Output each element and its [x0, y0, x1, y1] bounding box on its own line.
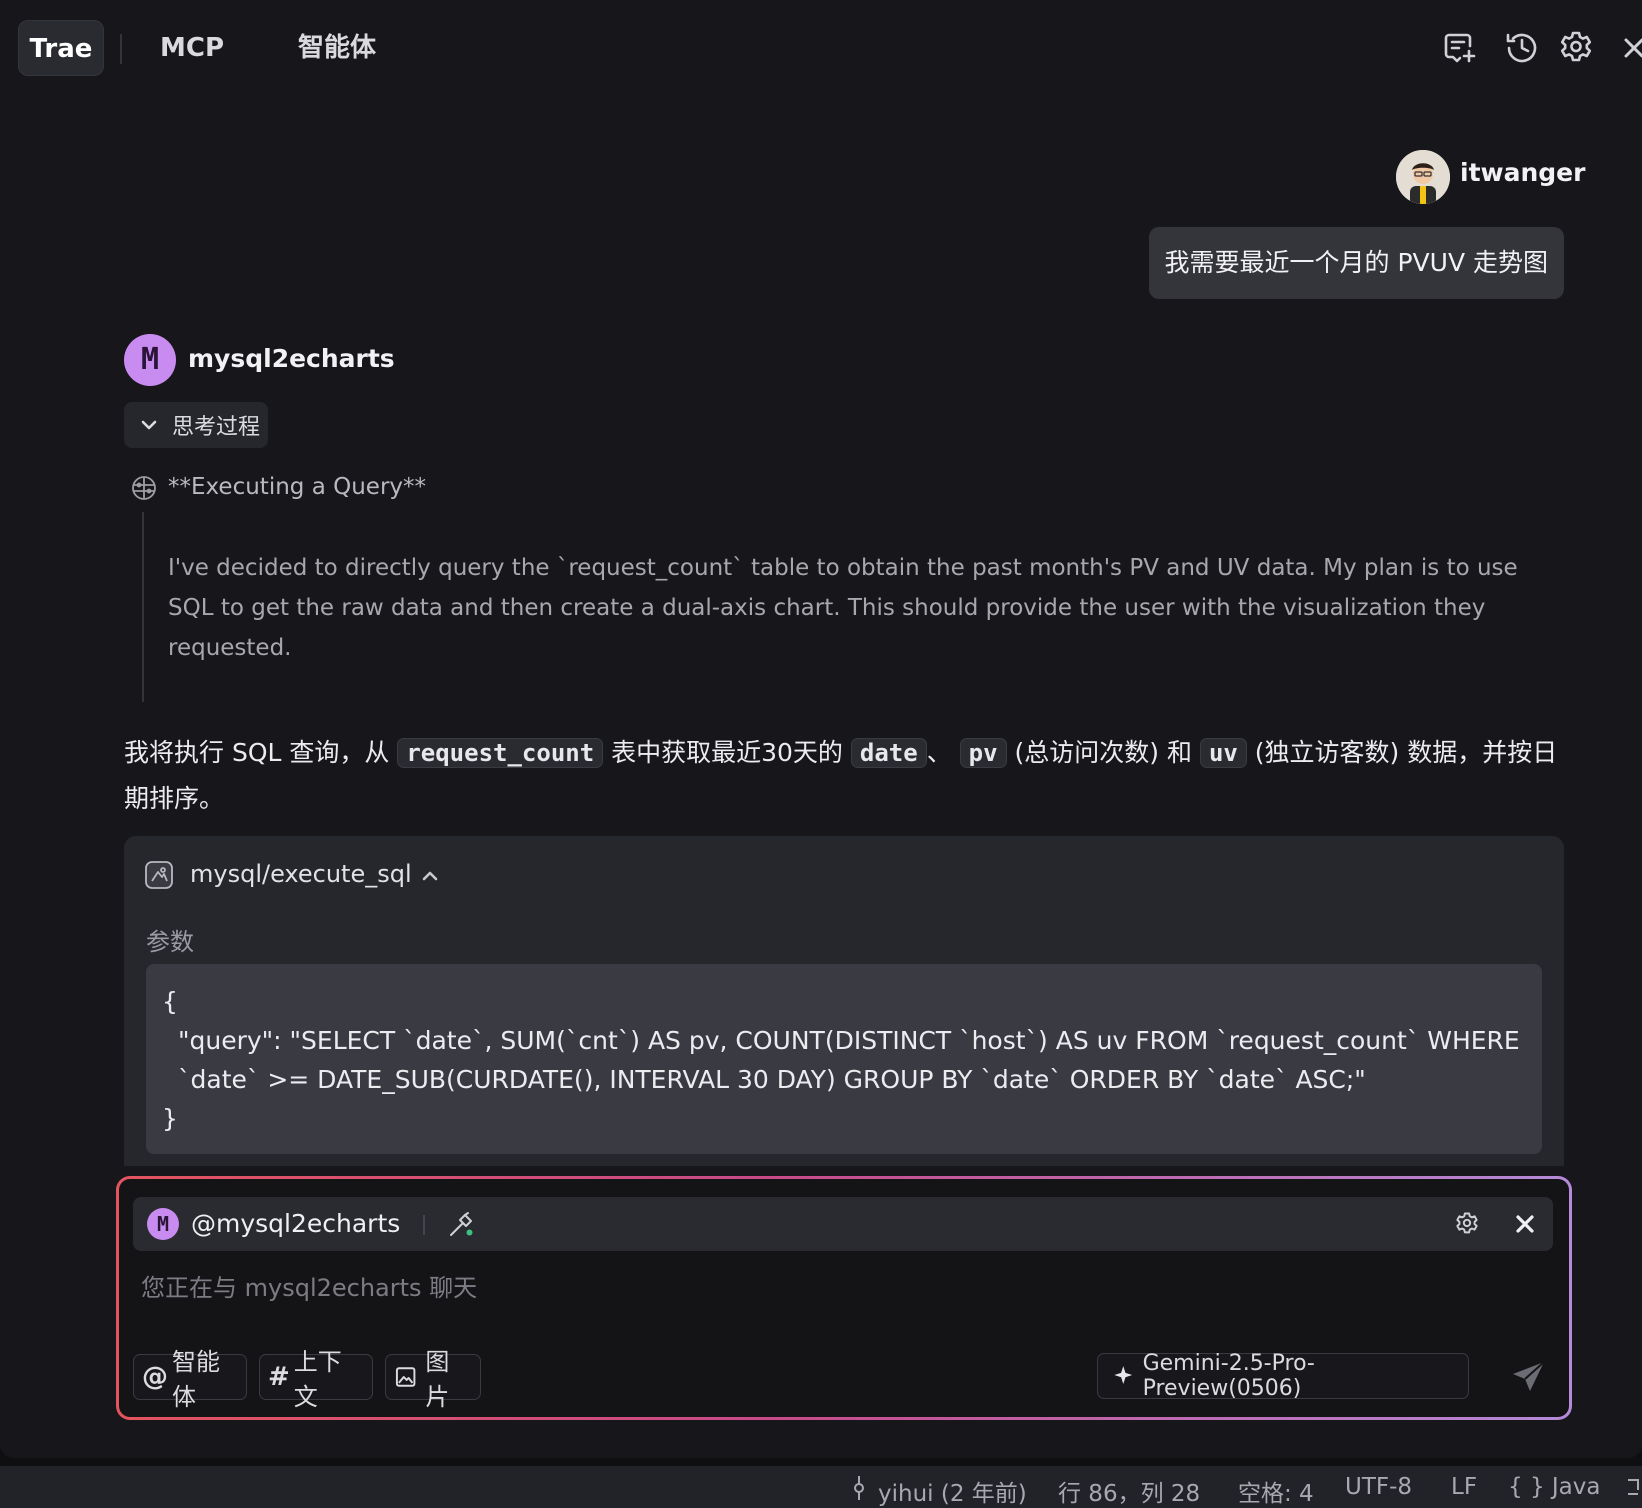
brain-icon — [132, 476, 156, 500]
sparkle-icon — [1114, 1366, 1133, 1384]
answer-text: (总访问次数) 和 — [1014, 738, 1192, 767]
thinking-toggle-label: 思考过程 — [172, 415, 261, 440]
status-bar: yihui (2 年前) 行 86，列 28 空格: 4 UTF-8 LF { … — [0, 1466, 1642, 1508]
add-context-label: 上下文 — [293, 1348, 342, 1411]
chat-input-box: M @mysql2echarts @ — [119, 1179, 1569, 1417]
mention-agent-button[interactable]: @ 智能体 — [133, 1348, 247, 1411]
hash-icon: # — [268, 1362, 290, 1392]
inline-code-table: request_count — [397, 738, 604, 768]
agent-settings-gear-icon[interactable] — [1453, 1210, 1481, 1238]
hammer-tools-icon[interactable] — [447, 1209, 477, 1239]
agent-name: mysql2echarts — [188, 344, 395, 373]
answer-text: 表中获取最近30天的 — [611, 738, 843, 767]
tab-agent[interactable]: 智能体 — [298, 20, 376, 76]
thinking-divider — [142, 512, 144, 702]
chat-input-container: M @mysql2echarts @ — [116, 1176, 1572, 1420]
params-code-block: { "query": "SELECT `date`, SUM(`cnt`) AS… — [146, 964, 1542, 1154]
tool-call-panel: mysql/execute_sql 参数 { "query": "SELECT … — [124, 836, 1564, 1166]
status-cursor-position[interactable]: 行 86，列 28 — [1058, 1474, 1200, 1508]
thinking-body: I've decided to directly query the `requ… — [168, 555, 1518, 661]
mention-divider — [423, 1215, 425, 1235]
user-name: itwanger — [1460, 158, 1586, 187]
git-commit-icon — [854, 1476, 864, 1500]
chevron-down-icon — [141, 420, 157, 430]
model-selector-button[interactable]: Gemini-2.5-Pro-Preview(0506) — [1097, 1351, 1469, 1401]
params-close-brace: } — [162, 1104, 178, 1133]
remove-mention-close-icon[interactable] — [1511, 1210, 1539, 1238]
agent-mention-bar: M @mysql2echarts — [133, 1197, 1553, 1251]
status-indentation[interactable]: 空格: 4 — [1238, 1474, 1314, 1508]
tab-trae[interactable]: Trae — [18, 20, 104, 76]
thinking-title: **Executing a Query** — [168, 474, 427, 500]
agent-avatar: M — [124, 334, 176, 386]
params-open-brace: { — [162, 987, 178, 1016]
status-line-ending[interactable]: LF — [1451, 1474, 1477, 1500]
add-image-label: 图片 — [425, 1348, 450, 1411]
model-name: Gemini-2.5-Pro-Preview(0506) — [1142, 1351, 1315, 1401]
image-icon — [395, 1367, 416, 1387]
status-encoding[interactable]: UTF-8 — [1345, 1474, 1412, 1500]
mention-agent-name: @mysql2echarts — [191, 1209, 401, 1238]
answer-text: 、 — [926, 738, 952, 767]
new-chat-icon[interactable] — [1440, 28, 1480, 68]
tab-divider — [120, 34, 122, 64]
mention-agent-avatar: M — [147, 1208, 179, 1240]
inline-code-pv: pv — [959, 738, 1007, 768]
tab-mcp[interactable]: MCP — [160, 20, 224, 76]
inline-code-uv: uv — [1199, 738, 1247, 768]
params-label: 参数 — [146, 928, 194, 956]
chat-panel: Trae MCP 智能体 itwanger 我需要最近一个月的 PVUV 走势图… — [0, 0, 1642, 1458]
status-git-blame[interactable]: yihui (2 年前) — [878, 1474, 1027, 1508]
history-icon[interactable] — [1502, 28, 1542, 68]
tool-name[interactable]: mysql/execute_sql — [190, 860, 412, 888]
thinking-toggle-button[interactable]: 思考过程 — [124, 402, 268, 448]
chevron-up-icon[interactable] — [418, 864, 442, 888]
send-icon[interactable] — [1511, 1359, 1547, 1395]
user-message-bubble: 我需要最近一个月的 PVUV 走势图 — [1148, 227, 1564, 299]
user-avatar — [1396, 150, 1450, 204]
inline-code-date: date — [850, 738, 927, 768]
answer-text: 我将执行 SQL 查询，从 — [124, 738, 390, 767]
params-query: "query": "SELECT `date`, SUM(`cnt`) AS p… — [178, 1026, 1520, 1094]
add-context-button[interactable]: # 上下文 — [259, 1348, 373, 1411]
at-icon: @ — [142, 1362, 168, 1392]
tool-icon — [145, 861, 173, 889]
top-bar: Trae MCP 智能体 — [0, 0, 1642, 100]
chat-message-input[interactable] — [141, 1263, 1541, 1313]
status-language-mode[interactable]: { } Java — [1508, 1474, 1600, 1500]
settings-gear-icon[interactable] — [1556, 28, 1596, 68]
mention-agent-label: 智能体 — [172, 1348, 220, 1411]
add-image-button[interactable]: 图片 — [385, 1348, 481, 1411]
close-icon[interactable] — [1614, 28, 1642, 68]
agent-answer: 我将执行 SQL 查询，从 request_count 表中获取最近30天的 d… — [124, 730, 1564, 822]
notification-icon[interactable] — [1626, 1476, 1642, 1500]
